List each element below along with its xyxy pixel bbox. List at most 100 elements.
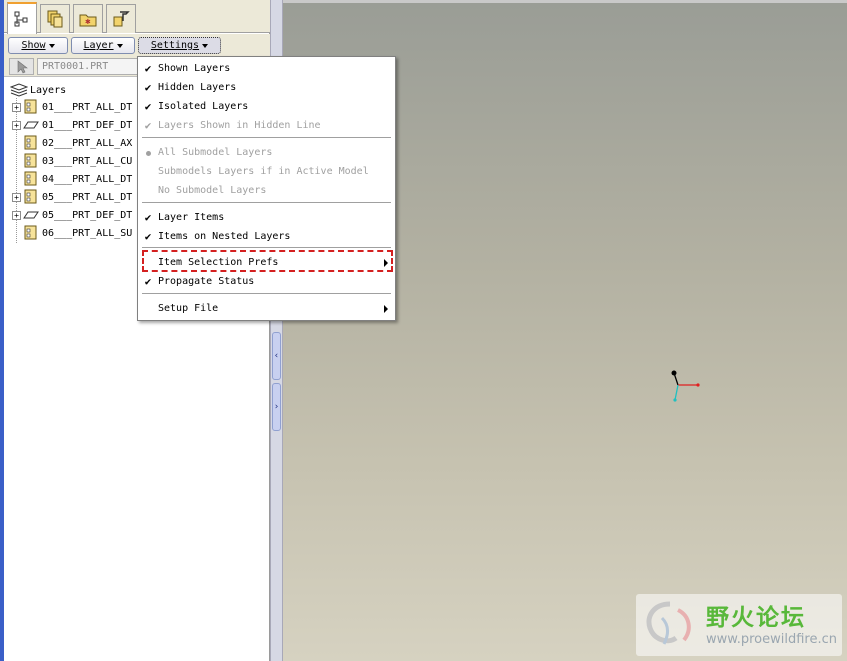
collapse-panel-button[interactable]: ‹ (272, 332, 281, 380)
chevron-left-icon: ‹ (273, 351, 280, 361)
navigator-tab-strip: ✱ (4, 0, 270, 34)
checkmark-icon: ✔ (144, 81, 152, 94)
layer-plane-icon (23, 211, 39, 219)
watermark-logo-icon (646, 601, 691, 645)
layer-dropdown-button[interactable]: Layer (71, 37, 135, 54)
dropdown-arrow-icon (48, 43, 55, 48)
checkmark-icon: ✔ (144, 62, 152, 75)
model-tree-icon (14, 11, 28, 27)
checkmark-icon: ✔ (144, 119, 152, 132)
tree-row-label: 06___PRT_ALL_SU (42, 227, 133, 239)
tree-row[interactable]: 06___PRT_ALL_SU (12, 224, 132, 242)
select-model-button[interactable] (9, 58, 34, 75)
dropdown-arrow-icon (202, 43, 209, 48)
layer-doc-icon (24, 225, 37, 240)
menu-separator (142, 247, 391, 249)
tree-row[interactable]: 04___PRT_ALL_DT (12, 170, 132, 188)
tree-root-layers[interactable]: Layers (10, 82, 66, 98)
tree-row-label: 01___PRT_ALL_DT (42, 101, 133, 113)
tree-row[interactable]: + 01___PRT_DEF_DT (12, 116, 132, 134)
submenu-arrow-icon (384, 305, 388, 313)
menu-separator (142, 293, 391, 295)
tree-row[interactable]: 02___PRT_ALL_AX (12, 134, 132, 152)
menu-item-label: Isolated Layers (158, 101, 249, 112)
menu-item-label: Items on Nested Layers (158, 231, 291, 242)
tree-row-label: 01___PRT_DEF_DT (42, 119, 133, 131)
submenu-arrow-icon (384, 259, 388, 267)
menu-item-propagate-status[interactable]: ✔ Propagate Status (138, 272, 395, 291)
checkmark-icon: ✔ (144, 230, 152, 243)
tree-row-label: 04___PRT_ALL_DT (42, 173, 133, 185)
checkmark-icon: ✔ (144, 100, 152, 113)
svg-text:✱: ✱ (85, 17, 91, 27)
tree-row-label: 02___PRT_ALL_AX (42, 137, 133, 149)
menu-item-label: Shown Layers (158, 63, 231, 74)
show-dropdown-button[interactable]: Show (8, 37, 68, 54)
layer-doc-icon (24, 153, 37, 168)
tree-row-label: 05___PRT_ALL_DT (42, 191, 133, 203)
chevron-right-icon: › (273, 402, 280, 412)
settings-button-label: Settings (150, 40, 200, 51)
expand-panel-button[interactable]: › (272, 383, 281, 431)
connections-icon (113, 11, 130, 27)
favorites-folder-icon: ✱ (79, 14, 97, 27)
menu-item-isolated-layers[interactable]: ✔ Isolated Layers (138, 97, 395, 116)
menu-item-items-on-nested-layers[interactable]: ✔ Items on Nested Layers (138, 227, 395, 246)
menu-item-label: Layer Items (158, 212, 225, 223)
menu-item-layer-items[interactable]: ✔ Layer Items (138, 208, 395, 227)
checkmark-icon: ✔ (144, 211, 152, 224)
settings-dropdown-button[interactable]: Settings (138, 37, 221, 54)
menu-item-label: Hidden Layers (158, 82, 237, 93)
tab-layers[interactable] (40, 4, 70, 33)
tree-row[interactable]: + 05___PRT_ALL_DT (12, 188, 132, 206)
layers-icon (47, 10, 63, 28)
expand-icon[interactable]: + (12, 102, 21, 112)
menu-item-no-submodel-layers: No Submodel Layers (138, 181, 395, 200)
menu-item-label: Layers Shown in Hidden Line (158, 120, 321, 131)
tab-favorites[interactable]: ✱ (73, 4, 103, 33)
tree-row[interactable]: 03___PRT_ALL_CU (12, 152, 132, 170)
menu-item-setup-file[interactable]: Setup File (138, 299, 395, 318)
tree-root-label: Layers (30, 84, 67, 96)
expand-icon[interactable]: + (12, 120, 21, 130)
layer-doc-icon (24, 99, 37, 114)
menu-separator (142, 202, 391, 204)
menu-item-label: Submodels Layers if in Active Model (158, 166, 369, 177)
tree-row-label: 05___PRT_DEF_DT (42, 209, 133, 221)
tab-connections[interactable] (106, 4, 136, 33)
layer-doc-icon (24, 135, 37, 150)
expand-icon[interactable]: + (12, 210, 21, 220)
show-button-label: Show (21, 40, 46, 51)
tree-row-label: 03___PRT_ALL_CU (42, 155, 133, 167)
tree-row[interactable]: + 01___PRT_ALL_DT (12, 98, 132, 116)
coordinate-system-icon (671, 370, 700, 402)
dropdown-arrow-icon (116, 43, 123, 48)
layer-plane-icon (23, 121, 39, 129)
radio-dot-icon (138, 146, 158, 159)
menu-item-label: Setup File (158, 303, 219, 314)
menu-item-label: No Submodel Layers (158, 185, 267, 196)
menu-item-label: All Submodel Layers (158, 147, 273, 158)
layer-toolbar: Show Layer Settings (4, 34, 270, 56)
pointer-arrow-icon (17, 59, 28, 73)
menu-item-shown-layers[interactable]: ✔ Shown Layers (138, 59, 395, 78)
layer-button-label: Layer (83, 40, 114, 51)
forum-watermark: 野火论坛 www.proewildfire.cn (636, 594, 842, 656)
expand-icon[interactable]: + (12, 192, 21, 202)
menu-item-label: Item Selection Prefs (158, 257, 279, 268)
menu-item-submodels-layers-active-model: Submodels Layers if in Active Model (138, 162, 395, 181)
layers-stack-icon (10, 83, 28, 97)
layer-doc-icon (24, 171, 37, 186)
menu-item-item-selection-prefs[interactable]: Item Selection Prefs (138, 253, 395, 272)
tree-row[interactable]: + 05___PRT_DEF_DT (12, 206, 132, 224)
menu-item-all-submodel-layers: All Submodel Layers (138, 143, 395, 162)
watermark-title: 野火论坛 (706, 605, 806, 631)
menu-item-hidden-layers[interactable]: ✔ Hidden Layers (138, 78, 395, 97)
menu-item-layers-shown-hidden-line: ✔ Layers Shown in Hidden Line (138, 116, 395, 135)
watermark-url: www.proewildfire.cn (706, 632, 837, 647)
layer-doc-icon (24, 189, 37, 204)
menu-separator (142, 137, 391, 139)
checkmark-icon: ✔ (144, 275, 152, 288)
tab-model-tree[interactable] (7, 2, 37, 34)
menu-item-label: Propagate Status (158, 276, 255, 287)
